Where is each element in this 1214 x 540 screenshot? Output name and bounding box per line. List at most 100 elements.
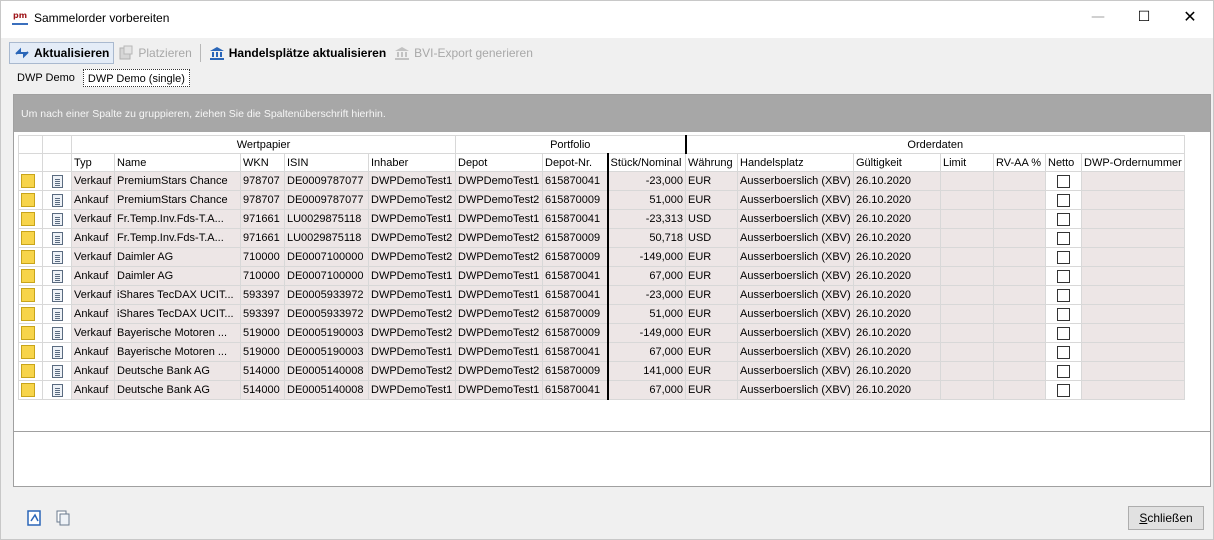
cell-inhaber[interactable]: DWPDemoTest1	[368, 285, 456, 305]
table-row[interactable]: Verkauf iShares TecDAX UCIT... 593397 DE000…	[18, 285, 1185, 305]
cell-wkn[interactable]: 593397	[240, 285, 285, 305]
cell-depot[interactable]: DWPDemoTest1	[455, 171, 543, 191]
cell-limit[interactable]	[940, 342, 994, 362]
row-selector[interactable]	[18, 285, 43, 305]
cell-gueltigkeit[interactable]: 26.10.2020	[853, 361, 941, 381]
cell-name[interactable]: Daimler AG	[114, 266, 241, 286]
cell-rv-aa[interactable]	[993, 209, 1046, 229]
netto-checkbox[interactable]	[1057, 326, 1070, 340]
cell-inhaber[interactable]: DWPDemoTest1	[368, 171, 456, 191]
export-pdf-icon[interactable]	[26, 509, 44, 527]
cell-handelsplatz[interactable]: Ausserboerslich (XBV)	[737, 171, 854, 191]
cell-waehrung[interactable]: EUR	[685, 380, 738, 400]
row-document-cell[interactable]	[42, 228, 72, 248]
band-header-portfolio[interactable]: Portfolio	[455, 135, 686, 154]
cell-waehrung[interactable]: EUR	[685, 304, 738, 324]
column-header-isin[interactable]: ISIN	[284, 153, 369, 172]
row-document-cell[interactable]	[42, 380, 72, 400]
row-document-cell[interactable]	[42, 266, 72, 286]
cell-name[interactable]: Fr.Temp.Inv.Fds-T.A...	[114, 228, 241, 248]
cell-typ[interactable]: Ankauf	[71, 266, 115, 286]
cell-wkn[interactable]: 710000	[240, 247, 285, 267]
cell-netto[interactable]	[1045, 361, 1082, 381]
cell-inhaber[interactable]: DWPDemoTest2	[368, 190, 456, 210]
row-document-cell[interactable]	[42, 323, 72, 343]
group-by-panel[interactable]: Um nach einer Spalte zu gruppieren, zieh…	[14, 95, 1210, 132]
cell-ordernummer[interactable]	[1081, 266, 1185, 286]
cell-wkn[interactable]: 514000	[240, 361, 285, 381]
cell-isin[interactable]: DE0005933972	[284, 285, 369, 305]
table-row[interactable]: Ankauf Bayerische Motoren ... 519000 DE0005…	[18, 342, 1185, 362]
netto-checkbox[interactable]	[1057, 383, 1070, 397]
row-selector[interactable]	[18, 171, 43, 191]
row-selector[interactable]	[18, 190, 43, 210]
cell-wkn[interactable]: 978707	[240, 171, 285, 191]
cell-handelsplatz[interactable]: Ausserboerslich (XBV)	[737, 247, 854, 267]
row-selector[interactable]	[18, 380, 43, 400]
cell-rv-aa[interactable]	[993, 171, 1046, 191]
cell-rv-aa[interactable]	[993, 228, 1046, 248]
cell-waehrung[interactable]: EUR	[685, 323, 738, 343]
cell-isin[interactable]: LU0029875118	[284, 228, 369, 248]
minimize-button[interactable]: —	[1075, 1, 1121, 33]
cell-gueltigkeit[interactable]: 26.10.2020	[853, 209, 941, 229]
cell-stueck[interactable]: 67,000	[606, 380, 686, 400]
cell-waehrung[interactable]: EUR	[685, 342, 738, 362]
cell-name[interactable]: PremiumStars Chance	[114, 171, 241, 191]
cell-name[interactable]: iShares TecDAX UCIT...	[114, 285, 241, 305]
cell-handelsplatz[interactable]: Ausserboerslich (XBV)	[737, 228, 854, 248]
table-row[interactable]: Ankauf iShares TecDAX UCIT... 593397 DE0005…	[18, 304, 1185, 324]
cell-wkn[interactable]: 514000	[240, 380, 285, 400]
cell-typ[interactable]: Verkauf	[71, 323, 115, 343]
row-document-cell[interactable]	[42, 171, 72, 191]
cell-limit[interactable]	[940, 171, 994, 191]
cell-stueck[interactable]: 51,000	[606, 190, 686, 210]
netto-checkbox[interactable]	[1057, 193, 1070, 207]
cell-gueltigkeit[interactable]: 26.10.2020	[853, 247, 941, 267]
cell-handelsplatz[interactable]: Ausserboerslich (XBV)	[737, 209, 854, 229]
cell-stueck[interactable]: -149,000	[606, 247, 686, 267]
cell-waehrung[interactable]: EUR	[685, 190, 738, 210]
row-selector[interactable]	[18, 304, 43, 324]
cell-typ[interactable]: Ankauf	[71, 228, 115, 248]
table-row[interactable]: Verkauf Fr.Temp.Inv.Fds-T.A... 971661 LU002…	[18, 209, 1185, 229]
cell-netto[interactable]	[1045, 285, 1082, 305]
cell-waehrung[interactable]: USD	[685, 228, 738, 248]
cell-depot-nr[interactable]: 615870009	[542, 228, 608, 248]
cell-ordernummer[interactable]	[1081, 247, 1185, 267]
column-header-stueck[interactable]: Stück/Nominal	[606, 153, 686, 172]
cell-handelsplatz[interactable]: Ausserboerslich (XBV)	[737, 266, 854, 286]
cell-ordernummer[interactable]	[1081, 190, 1185, 210]
cell-depot[interactable]: DWPDemoTest1	[455, 209, 543, 229]
cell-depot[interactable]: DWPDemoTest2	[455, 247, 543, 267]
cell-ordernummer[interactable]	[1081, 361, 1185, 381]
cell-depot[interactable]: DWPDemoTest2	[455, 361, 543, 381]
cell-gueltigkeit[interactable]: 26.10.2020	[853, 323, 941, 343]
cell-waehrung[interactable]: EUR	[685, 247, 738, 267]
cell-inhaber[interactable]: DWPDemoTest1	[368, 342, 456, 362]
cell-depot[interactable]: DWPDemoTest1	[455, 342, 543, 362]
cell-rv-aa[interactable]	[993, 285, 1046, 305]
cell-inhaber[interactable]: DWPDemoTest1	[368, 266, 456, 286]
cell-isin[interactable]: DE0007100000	[284, 266, 369, 286]
cell-stueck[interactable]: 51,000	[606, 304, 686, 324]
tab-dwp-demo[interactable]: DWP Demo	[13, 69, 79, 87]
cell-netto[interactable]	[1045, 228, 1082, 248]
cell-isin[interactable]: DE0007100000	[284, 247, 369, 267]
column-header-inhaber[interactable]: Inhaber	[368, 153, 456, 172]
cell-isin[interactable]: DE0009787077	[284, 190, 369, 210]
cell-typ[interactable]: Verkauf	[71, 247, 115, 267]
row-selector[interactable]	[18, 247, 43, 267]
netto-checkbox[interactable]	[1057, 212, 1070, 226]
maximize-button[interactable]: ☐	[1121, 1, 1167, 33]
cell-rv-aa[interactable]	[993, 342, 1046, 362]
cell-ordernummer[interactable]	[1081, 171, 1185, 191]
cell-gueltigkeit[interactable]: 26.10.2020	[853, 342, 941, 362]
cell-limit[interactable]	[940, 190, 994, 210]
cell-limit[interactable]	[940, 209, 994, 229]
cell-gueltigkeit[interactable]: 26.10.2020	[853, 380, 941, 400]
cell-ordernummer[interactable]	[1081, 304, 1185, 324]
cell-waehrung[interactable]: EUR	[685, 285, 738, 305]
cell-inhaber[interactable]: DWPDemoTest2	[368, 247, 456, 267]
cell-name[interactable]: Daimler AG	[114, 247, 241, 267]
